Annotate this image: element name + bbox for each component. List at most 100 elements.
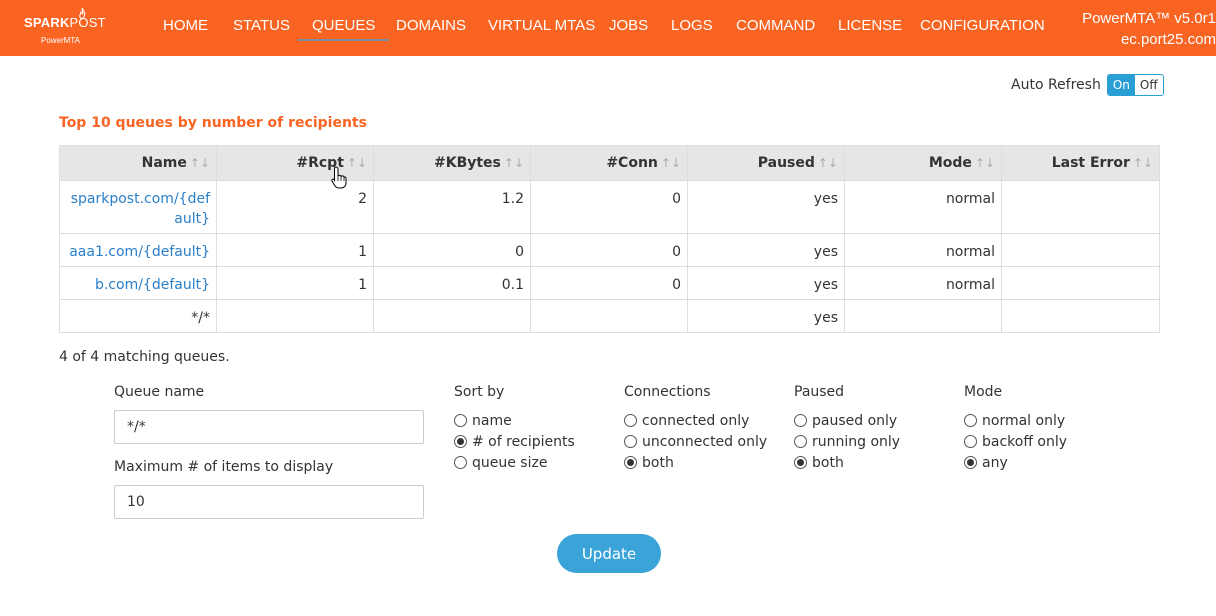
paused-cell: yes xyxy=(687,266,845,300)
conn-cell xyxy=(530,299,688,333)
host-text: ec.port25.com xyxy=(1120,31,1216,48)
nav-command[interactable]: COMMAND xyxy=(736,17,815,34)
radio-icon xyxy=(624,414,637,427)
queue-link[interactable]: aaa1.com/{default} xyxy=(69,244,210,260)
queue-link[interactable]: b.com/{default} xyxy=(95,277,210,293)
paused-both-radio[interactable]: both xyxy=(794,452,844,473)
mode-cell xyxy=(844,299,1002,333)
connections-connected-radio[interactable]: connected only xyxy=(624,410,749,431)
nav-domains[interactable]: DOMAINS xyxy=(396,17,466,34)
radio-icon xyxy=(794,414,807,427)
max-items-label: Maximum # of items to display xyxy=(114,459,334,475)
sort-by-recipients-radio[interactable]: # of recipients xyxy=(454,431,575,452)
paused-label: Paused xyxy=(794,384,845,400)
sort-icon: ↑↓ xyxy=(660,156,681,170)
sparkpost-logo[interactable]: SPARKPOST PowerMTA xyxy=(22,8,106,47)
sort-icon: ↑↓ xyxy=(1132,156,1153,170)
radio-checked-icon xyxy=(794,456,807,469)
queue-name-cell: b.com/{default} xyxy=(59,266,217,300)
queue-name-cell: */* xyxy=(59,299,217,333)
mode-cell: normal xyxy=(844,233,1002,267)
last-error-cell xyxy=(1001,299,1160,333)
kbytes-cell: 0 xyxy=(373,233,531,267)
connections-both-radio[interactable]: both xyxy=(624,452,674,473)
radio-icon xyxy=(794,435,807,448)
radio-checked-icon xyxy=(454,435,467,448)
queue-name-input[interactable] xyxy=(114,410,424,444)
queue-name-cell: aaa1.com/{default} xyxy=(59,233,217,267)
rcpt-cell: 2 xyxy=(216,180,374,234)
column-header-rcpt[interactable]: #Rcpt ↑↓ xyxy=(216,145,374,181)
paused-only-radio[interactable]: paused only xyxy=(794,410,897,431)
table-row: */* yes xyxy=(59,299,1160,333)
running-only-radio[interactable]: running only xyxy=(794,431,900,452)
sort-icon: ↑↓ xyxy=(974,156,995,170)
queues-table: Name ↑↓ #Rcpt ↑↓ #KBytes ↑↓ #Conn ↑↓ Paused ↑… xyxy=(59,145,1160,333)
rcpt-cell xyxy=(216,299,374,333)
queue-link[interactable]: sparkpost.com/{default} xyxy=(71,191,210,227)
flame-icon xyxy=(79,8,86,19)
auto-refresh-off-button[interactable]: Off xyxy=(1134,75,1163,95)
queue-name-cell: sparkpost.com/{default} xyxy=(59,180,217,234)
radio-checked-icon xyxy=(964,456,977,469)
nav-virtual-mtas[interactable]: VIRTUAL MTAS xyxy=(488,17,595,34)
column-header-kbytes[interactable]: #KBytes ↑↓ xyxy=(373,145,531,181)
conn-cell: 0 xyxy=(530,266,688,300)
version-text: PowerMTA™ v5.0r1 xyxy=(1082,10,1216,27)
nav-jobs[interactable]: JOBS xyxy=(609,17,648,34)
sort-icon: ↑↓ xyxy=(817,156,838,170)
radio-icon xyxy=(454,456,467,469)
sort-by-name-radio[interactable]: name xyxy=(454,410,512,431)
column-header-last-error[interactable]: Last Error ↑↓ xyxy=(1001,145,1160,181)
table-row: sparkpost.com/{default} 2 1.2 0 yes norm… xyxy=(59,180,1160,234)
mode-any-radio[interactable]: any xyxy=(964,452,1008,473)
auto-refresh-on-button[interactable]: On xyxy=(1107,75,1135,95)
sort-by-size-radio[interactable]: queue size xyxy=(454,452,547,473)
rcpt-cell: 1 xyxy=(216,266,374,300)
paused-cell: yes xyxy=(687,299,845,333)
connections-unconnected-radio[interactable]: unconnected only xyxy=(624,431,767,452)
nav-license[interactable]: LICENSE xyxy=(838,17,902,34)
table-row: aaa1.com/{default} 1 0 0 yes normal xyxy=(59,233,1160,267)
radio-checked-icon xyxy=(624,456,637,469)
sort-icon: ↑↓ xyxy=(503,156,524,170)
auto-refresh: Auto Refresh On Off xyxy=(1011,74,1164,96)
section-title: Top 10 queues by number of recipients xyxy=(59,115,367,131)
nav-queues[interactable]: QUEUES xyxy=(297,17,390,41)
mode-cell: normal xyxy=(844,180,1002,234)
column-header-paused[interactable]: Paused ↑↓ xyxy=(687,145,845,181)
nav-home[interactable]: HOME xyxy=(163,17,208,34)
radio-icon xyxy=(624,435,637,448)
column-header-name[interactable]: Name ↑↓ xyxy=(59,145,217,181)
nav-configuration[interactable]: CONFIGURATION xyxy=(920,17,1045,34)
kbytes-cell xyxy=(373,299,531,333)
mode-cell: normal xyxy=(844,266,1002,300)
auto-refresh-toggle[interactable]: On Off xyxy=(1106,74,1164,96)
nav-status[interactable]: STATUS xyxy=(233,17,290,34)
paused-cell: yes xyxy=(687,180,845,234)
logo-text-thin: POST xyxy=(69,15,106,30)
mode-backoff-radio[interactable]: backoff only xyxy=(964,431,1067,452)
connections-label: Connections xyxy=(624,384,711,400)
mode-normal-radio[interactable]: normal only xyxy=(964,410,1065,431)
nav-logs[interactable]: LOGS xyxy=(671,17,713,34)
matching-count: 4 of 4 matching queues. xyxy=(59,349,230,365)
table-header-row: Name ↑↓ #Rcpt ↑↓ #KBytes ↑↓ #Conn ↑↓ Paused ↑… xyxy=(59,145,1160,181)
top-navbar: SPARKPOST PowerMTA HOME STATUS QUEUES DO… xyxy=(0,0,1216,56)
update-button[interactable]: Update xyxy=(557,534,661,573)
last-error-cell xyxy=(1001,266,1160,300)
radio-icon xyxy=(964,435,977,448)
conn-cell: 0 xyxy=(530,233,688,267)
sort-icon: ↑↓ xyxy=(346,156,367,170)
kbytes-cell: 1.2 xyxy=(373,180,531,234)
column-header-conn[interactable]: #Conn ↑↓ xyxy=(530,145,688,181)
paused-cell: yes xyxy=(687,233,845,267)
radio-icon xyxy=(964,414,977,427)
column-header-mode[interactable]: Mode ↑↓ xyxy=(844,145,1002,181)
kbytes-cell: 0.1 xyxy=(373,266,531,300)
mode-label: Mode xyxy=(964,384,1003,400)
logo-text-bold: SPARK xyxy=(24,15,70,30)
last-error-cell xyxy=(1001,180,1160,234)
max-items-input[interactable] xyxy=(114,485,424,519)
queue-name-label: Queue name xyxy=(114,384,205,400)
